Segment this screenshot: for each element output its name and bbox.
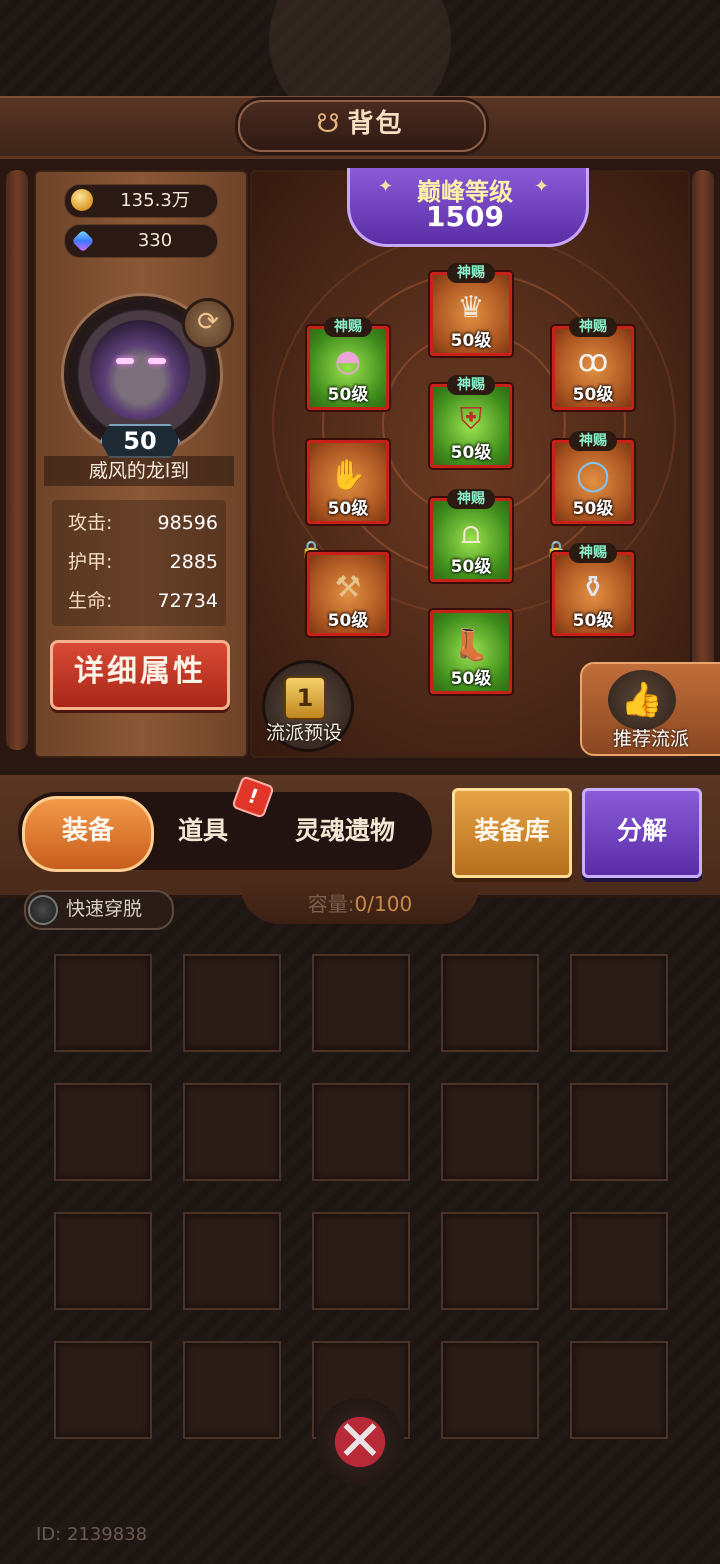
inventory-slot[interactable] bbox=[54, 1341, 152, 1439]
pants-icon: ⩍ bbox=[461, 516, 481, 551]
gear-level: 50级 bbox=[327, 499, 369, 519]
bag-icon: ☋ bbox=[316, 109, 342, 139]
inventory-slot[interactable] bbox=[441, 1341, 539, 1439]
gear-slot-pants[interactable]: 神赐 ⩍ 50级 bbox=[430, 489, 512, 582]
chest-armor-icon: ⛨ bbox=[459, 402, 483, 437]
divine-tag: 神赐 bbox=[569, 317, 617, 337]
inventory-slot[interactable] bbox=[183, 1083, 281, 1181]
shoulder-armor-icon: ◓ bbox=[334, 344, 362, 379]
inventory-slot[interactable] bbox=[570, 1083, 668, 1181]
inventory-slot[interactable] bbox=[54, 954, 152, 1052]
gear-level: 50级 bbox=[450, 669, 492, 689]
helmet-icon: ♛ bbox=[457, 290, 485, 325]
gear-slot-gloves[interactable]: ✋ 50级 bbox=[307, 440, 389, 524]
divine-tag: 神赐 bbox=[447, 375, 495, 395]
gem-icon bbox=[71, 229, 95, 253]
gear-level: 50级 bbox=[572, 499, 614, 519]
divine-tag: 神赐 bbox=[447, 263, 495, 283]
gear-level: 50级 bbox=[450, 331, 492, 351]
gear-level: 50级 bbox=[450, 443, 492, 463]
card-icon: 1 bbox=[284, 676, 326, 720]
inventory-slot[interactable] bbox=[183, 1212, 281, 1310]
gear-level: 50级 bbox=[327, 611, 369, 631]
inventory-slot[interactable] bbox=[312, 1083, 410, 1181]
player-name: 威风的龙l到 bbox=[44, 456, 234, 486]
player-id: ID: 2139838 bbox=[36, 1524, 148, 1545]
gem-value: 330 bbox=[137, 230, 173, 251]
inventory-slot[interactable] bbox=[312, 1212, 410, 1310]
stat-armor-value: 2885 bbox=[169, 551, 218, 573]
swap-avatar-button[interactable]: ⟳ bbox=[182, 298, 234, 350]
gold-value: 135.3万 bbox=[120, 190, 190, 211]
divine-tag: 神赐 bbox=[324, 317, 372, 337]
capacity-indicator: 容量:0/100 bbox=[240, 884, 480, 924]
avatar-eye-right bbox=[148, 358, 166, 364]
equipment-storage-button[interactable]: 装备库 bbox=[452, 788, 572, 878]
stat-attack-value: 98596 bbox=[157, 512, 218, 534]
inventory-slot[interactable] bbox=[183, 954, 281, 1052]
gear-slot-helmet[interactable]: 神赐 ♛ 50级 bbox=[430, 263, 512, 356]
build-preset-label: 流派预设 bbox=[265, 722, 342, 744]
stat-health: 生命: 72734 bbox=[68, 586, 218, 616]
stat-health-value: 72734 bbox=[157, 590, 218, 612]
stat-health-label: 生命: bbox=[68, 590, 113, 612]
gear-slot-chest[interactable]: 神赐 ⛨ 50级 bbox=[430, 375, 512, 468]
inventory-slot[interactable] bbox=[183, 1341, 281, 1439]
necklace-icon: ꝏ bbox=[577, 344, 609, 379]
mace-icon: ⚒ bbox=[334, 570, 362, 605]
page-title: ☋ 背包 bbox=[238, 100, 482, 148]
capacity-value: 0/100 bbox=[354, 892, 413, 916]
gem-currency: 330 bbox=[64, 224, 218, 258]
gear-slot-pouch[interactable]: 神赐 ⚱ 50级 bbox=[552, 543, 634, 636]
gear-slot-shoulder[interactable]: 神赐 ◓ 50级 bbox=[307, 317, 389, 410]
avatar-eye-left bbox=[116, 358, 134, 364]
boots-icon: 👢 bbox=[452, 628, 490, 663]
stat-attack-label: 攻击: bbox=[68, 512, 113, 534]
gear-level: 50级 bbox=[327, 385, 369, 405]
player-level-badge: 50 bbox=[100, 424, 180, 458]
gear-slot-necklace[interactable]: 神赐 ꝏ 50级 bbox=[552, 317, 634, 410]
divine-tag: 神赐 bbox=[569, 431, 617, 451]
tab-soul-relics[interactable]: 灵魂遗物 bbox=[270, 796, 420, 866]
tab-equipment[interactable]: 装备 bbox=[22, 796, 154, 872]
quick-equip-label: 快速穿脱 bbox=[66, 898, 143, 920]
gear-level: 50级 bbox=[572, 385, 614, 405]
gear-level: 50级 bbox=[572, 611, 614, 631]
gold-currency: 135.3万 bbox=[64, 184, 218, 218]
stat-attack: 攻击: 98596 bbox=[68, 508, 218, 538]
toggle-knob bbox=[28, 895, 58, 925]
decompose-button[interactable]: 分解 bbox=[582, 788, 702, 878]
divine-tag: 神赐 bbox=[447, 489, 495, 509]
inventory-slot[interactable] bbox=[312, 954, 410, 1052]
inventory-slot[interactable] bbox=[441, 1212, 539, 1310]
refresh-icon: ⟳ bbox=[197, 307, 219, 337]
detail-attributes-button[interactable]: 详细属性 bbox=[50, 640, 230, 710]
gear-slot-weapon[interactable]: ⚒ 50级 bbox=[307, 552, 389, 636]
inventory-slot[interactable] bbox=[570, 954, 668, 1052]
gear-slot-boots[interactable]: 👢 50级 bbox=[430, 610, 512, 694]
capacity-label: 容量: bbox=[307, 892, 355, 916]
gear-level: 50级 bbox=[450, 557, 492, 577]
pouch-icon: ⚱ bbox=[580, 570, 606, 605]
inventory-slot[interactable] bbox=[54, 1212, 152, 1310]
avatar-portrait bbox=[90, 320, 190, 420]
gear-slot-ring[interactable]: 神赐 ◯ 50级 bbox=[552, 431, 634, 524]
frame-edge-left bbox=[6, 170, 28, 750]
gloves-icon: ✋ bbox=[329, 458, 367, 493]
peak-level-value: 1509 bbox=[426, 200, 504, 233]
inventory-slot[interactable] bbox=[54, 1083, 152, 1181]
recommend-build-label: 推荐流派 bbox=[612, 728, 689, 750]
inventory-slot[interactable] bbox=[441, 954, 539, 1052]
page-title-text: 背包 bbox=[347, 109, 404, 139]
stat-armor-label: 护甲: bbox=[68, 551, 113, 573]
thumbs-up-icon: 👍 bbox=[608, 670, 676, 730]
stat-armor: 护甲: 2885 bbox=[68, 547, 218, 577]
inventory-slot[interactable] bbox=[441, 1083, 539, 1181]
ring-icon: ◯ bbox=[576, 458, 610, 493]
inventory-slot[interactable] bbox=[570, 1212, 668, 1310]
close-x-icon: ✕ bbox=[328, 1410, 392, 1474]
inventory-slot[interactable] bbox=[570, 1341, 668, 1439]
divine-tag: 神赐 bbox=[569, 543, 617, 563]
coin-icon bbox=[71, 189, 93, 211]
